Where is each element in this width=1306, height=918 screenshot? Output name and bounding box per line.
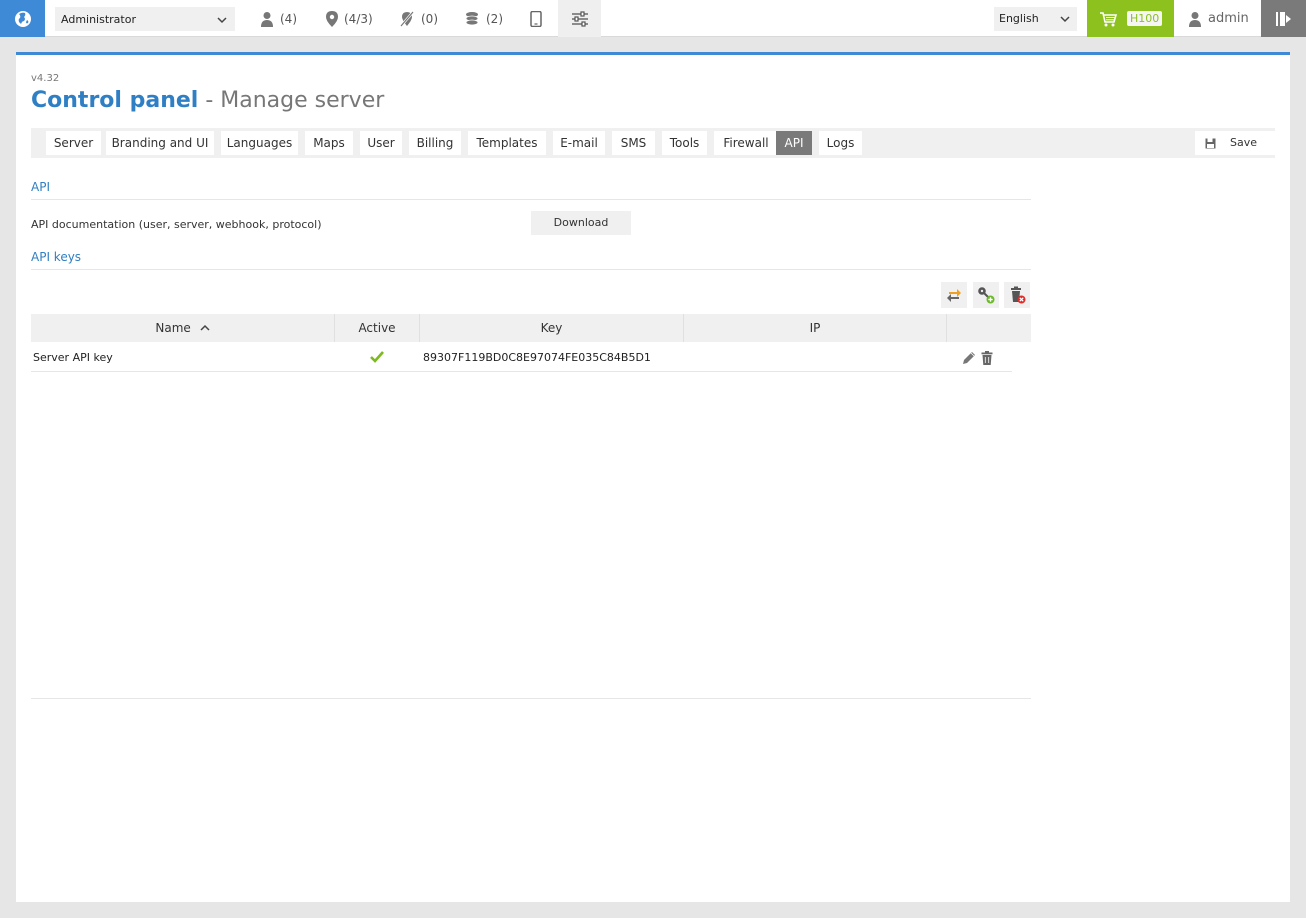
save-button[interactable]: Save [1195, 131, 1275, 155]
sliders-icon [571, 10, 588, 27]
tab-branding-and-ui[interactable]: Branding and UI [106, 131, 214, 155]
location-pin-icon [326, 10, 338, 27]
download-button[interactable]: Download [531, 211, 631, 235]
swap-arrows-icon [947, 289, 961, 302]
language-select[interactable]: English [994, 7, 1077, 31]
checkmark-icon [370, 351, 384, 363]
chevron-down-icon [1060, 16, 1070, 23]
coins-icon [465, 11, 479, 25]
chevron-down-icon [217, 17, 227, 24]
sort-ascending-icon [200, 324, 210, 331]
table-row[interactable]: Server API key 89307F119BD0C8E97074FE035… [31, 343, 1012, 372]
tab-e-mail[interactable]: E-mail [553, 131, 605, 155]
settings-button[interactable] [558, 0, 601, 37]
coins-count-label: (2) [486, 11, 503, 26]
users-count-label: (4) [280, 11, 297, 26]
cart-icon [1100, 11, 1117, 26]
add-api-key-button[interactable] [973, 282, 999, 308]
trash-icon [981, 351, 993, 365]
language-select-value: English [999, 12, 1039, 25]
tab-maps[interactable]: Maps [305, 131, 353, 155]
tab-api[interactable]: API [776, 131, 812, 155]
globe-icon [14, 10, 31, 27]
top-bar: Administrator (4) (4/3) (0) (2) English … [0, 0, 1306, 37]
trash-remove-icon [1011, 286, 1026, 304]
unassigned-count[interactable]: (0) [399, 0, 438, 37]
control-panel: v4.32 Control panel - Manage server Serv… [16, 52, 1290, 902]
username: admin [1208, 11, 1249, 26]
version-label: v4.32 [31, 73, 60, 84]
floppy-disk-icon [1205, 138, 1216, 148]
logout-button[interactable] [1261, 0, 1306, 37]
column-header-name[interactable]: Name [31, 314, 335, 342]
api-section-title: API [31, 180, 50, 194]
delete-button[interactable] [981, 343, 997, 372]
objects-count-label: (4/3) [344, 11, 373, 26]
cart-badge: H100 [1127, 11, 1163, 26]
tab-firewall[interactable]: Firewall [714, 131, 778, 155]
divider [31, 269, 1031, 270]
tab-tools[interactable]: Tools [662, 131, 707, 155]
column-header-ip[interactable]: IP [684, 314, 947, 342]
coins-count[interactable]: (2) [464, 0, 503, 37]
api-documentation-label: API documentation (user, server, webhook… [31, 218, 322, 231]
tab-sms[interactable]: SMS [612, 131, 655, 155]
page-title-sub: - Manage server [198, 88, 385, 113]
key-add-icon [978, 287, 995, 304]
column-header-actions [947, 314, 1031, 342]
save-button-label: Save [1230, 136, 1258, 149]
users-count[interactable]: (4) [260, 0, 297, 37]
column-header-key[interactable]: Key [420, 314, 684, 342]
active-status [370, 343, 390, 372]
delete-all-button[interactable] [1004, 282, 1030, 308]
mobile-phone-icon [530, 10, 542, 27]
tab-billing[interactable]: Billing [409, 131, 461, 155]
user-menu-button[interactable]: admin [1188, 0, 1249, 37]
api-key-name: Server API key [33, 351, 113, 364]
column-header-name-label: Name [155, 321, 191, 335]
tab-languages[interactable]: Languages [221, 131, 298, 155]
api-key-value: 89307F119BD0C8E97074FE035C84B5D1 [423, 351, 651, 364]
globe-button[interactable] [0, 0, 45, 37]
page-title: Control panel - Manage server [31, 88, 384, 113]
tab-user[interactable]: User [360, 131, 402, 155]
user-icon [261, 11, 273, 27]
user-icon [1189, 11, 1201, 27]
api-key-ip [685, 343, 945, 372]
logout-icon [1275, 11, 1291, 26]
objects-count[interactable]: (4/3) [326, 0, 373, 37]
api-keys-table-header: Name Active Key IP [31, 314, 1031, 342]
reload-button[interactable] [941, 282, 967, 308]
unassigned-icon [400, 10, 414, 27]
divider [31, 199, 1031, 200]
role-select[interactable]: Administrator [55, 7, 235, 31]
cart-button[interactable]: H100 [1087, 0, 1174, 37]
table-bottom-divider [31, 698, 1031, 699]
api-keys-section-title: API keys [31, 250, 82, 264]
edit-button[interactable] [962, 343, 980, 372]
tab-logs[interactable]: Logs [819, 131, 862, 155]
role-select-value: Administrator [61, 13, 136, 26]
pencil-icon [963, 352, 975, 364]
column-header-active[interactable]: Active [335, 314, 420, 342]
unassigned-count-label: (0) [421, 11, 438, 26]
tab-bar: Server Branding and UI Languages Maps Us… [31, 128, 1275, 158]
mobile-button[interactable] [530, 0, 548, 37]
tab-templates[interactable]: Templates [468, 131, 546, 155]
page-title-main: Control panel [31, 88, 199, 113]
tab-server[interactable]: Server [46, 131, 101, 155]
